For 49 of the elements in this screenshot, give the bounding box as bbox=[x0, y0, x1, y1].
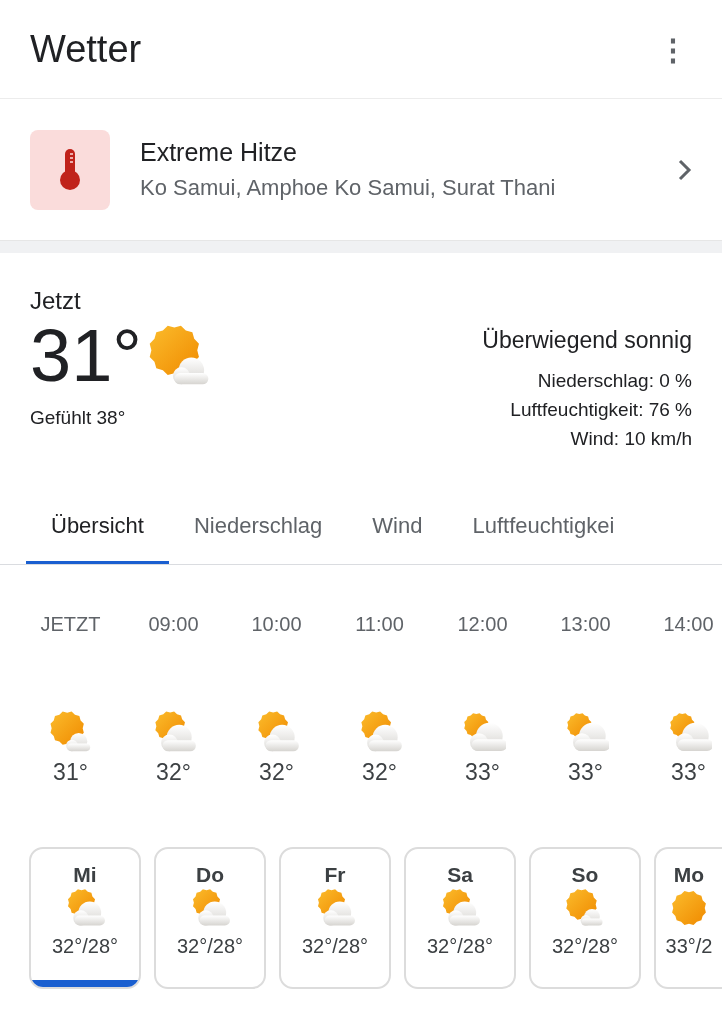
hour-temperature: 32° bbox=[259, 759, 294, 786]
current-temperature: 31° bbox=[30, 319, 142, 393]
now-label: Jetzt bbox=[30, 287, 82, 315]
weather-detail: Niederschlag: 0 % bbox=[537, 369, 692, 393]
day-card[interactable]: Mo 33°/2 bbox=[654, 847, 722, 989]
hour-label: 11:00 bbox=[355, 613, 404, 637]
day-temperature-range: 32°/28° bbox=[551, 935, 618, 958]
hour-label: 14:00 bbox=[663, 613, 714, 637]
hour-label: 10:00 bbox=[251, 613, 302, 637]
day-name: Mi bbox=[73, 863, 97, 887]
day-temperature-range: 32°/28° bbox=[51, 935, 118, 958]
hour-temperature: 33° bbox=[465, 759, 500, 786]
day-temperature-range: 32°/28° bbox=[301, 935, 368, 958]
hour-label: 13:00 bbox=[560, 613, 611, 637]
condition-text: Überwiegend sonnig bbox=[482, 327, 692, 354]
tab[interactable]: Luftfeuchtigkei bbox=[447, 491, 640, 564]
day-card[interactable]: Sa 32°/28° bbox=[404, 847, 516, 989]
tab[interactable]: Wind bbox=[347, 491, 448, 564]
weather-detail: Luftfeuchtigkeit: 76 % bbox=[510, 398, 692, 422]
day-name: Fr bbox=[324, 863, 346, 887]
tab[interactable]: Niederschlag bbox=[168, 491, 348, 564]
day-name: Mo bbox=[673, 863, 705, 887]
chevron-right-icon[interactable] bbox=[678, 158, 692, 181]
feels-like: Gefühlt 38° bbox=[30, 407, 127, 429]
hour-label: 12:00 bbox=[457, 613, 508, 637]
day-card[interactable]: Do 32°/28° bbox=[154, 847, 266, 989]
hour-temperature: 33° bbox=[671, 759, 706, 786]
alert-title: Extreme Hitze bbox=[140, 138, 298, 167]
thermometer-icon bbox=[58, 148, 82, 191]
day-name: Do bbox=[196, 863, 224, 887]
alert-location: Ko Samui, Amphoe Ko Samui, Surat Thani bbox=[140, 175, 557, 201]
hour-temperature: 31° bbox=[53, 759, 88, 786]
hour-temperature: 32° bbox=[156, 759, 191, 786]
day-card[interactable]: Fr 32°/28° bbox=[279, 847, 391, 989]
hour-temperature: 33° bbox=[568, 759, 603, 786]
tab[interactable]: Übersicht bbox=[26, 491, 169, 564]
day-name: Sa bbox=[447, 863, 473, 887]
hour-temperature: 32° bbox=[362, 759, 397, 786]
day-card[interactable]: So 32°/28° bbox=[529, 847, 641, 989]
day-temperature-range: 32°/28° bbox=[426, 935, 493, 958]
day-card[interactable]: Mi 32°/28° bbox=[29, 847, 141, 989]
hour-label: JETZT bbox=[40, 613, 101, 637]
day-temperature-range: 32°/28° bbox=[176, 935, 243, 958]
day-name: So bbox=[571, 863, 599, 887]
day-temperature-range: 33°/2 bbox=[665, 935, 713, 958]
more-menu-button[interactable]: ⋮ bbox=[652, 31, 694, 67]
hour-label: 09:00 bbox=[148, 613, 199, 637]
weather-detail: Wind: 10 km/h bbox=[570, 427, 692, 451]
app-title: Wetter bbox=[30, 27, 142, 71]
